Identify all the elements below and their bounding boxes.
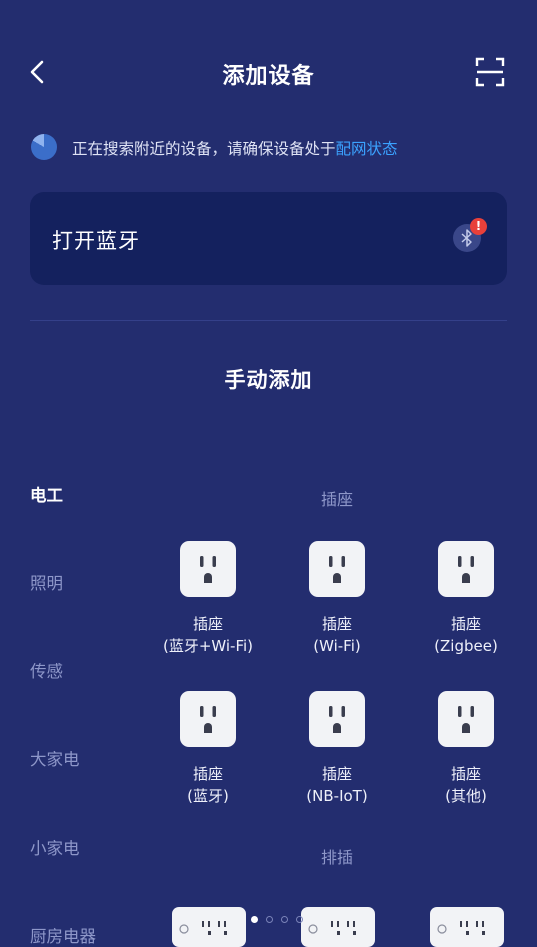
- section-title-socket: 插座: [320, 490, 353, 509]
- scan-button[interactable]: [474, 56, 506, 88]
- device-label: 插座 (蓝牙): [187, 765, 229, 805]
- socket-icon: [180, 691, 236, 747]
- power-strip-icon[interactable]: [172, 907, 246, 947]
- alert-badge-icon: !: [470, 218, 487, 235]
- nav-item-electrical[interactable]: 电工: [30, 482, 63, 506]
- socket-icon: [309, 691, 365, 747]
- page-title: 添加设备: [222, 64, 315, 89]
- pairing-mode-link[interactable]: 配网状态: [336, 140, 398, 158]
- nav-item-large-appliance[interactable]: 大家电: [30, 746, 80, 770]
- nav-item-kitchen-appliance[interactable]: 厨房电器: [30, 923, 96, 947]
- power-strip-icon[interactable]: [430, 907, 504, 947]
- page-dot: [281, 916, 288, 923]
- socket-icon: [309, 541, 365, 597]
- section-title-power-strip: 排插: [320, 848, 353, 867]
- device-label: 插座 (Zigbee): [434, 615, 498, 655]
- page-dot: [296, 916, 303, 923]
- scan-icon: [475, 57, 505, 87]
- search-status-text: 正在搜索附近的设备，请确保设备处于: [72, 140, 336, 158]
- enable-bluetooth-card[interactable]: 打开蓝牙 !: [30, 192, 507, 285]
- device-item[interactable]: 插座 (蓝牙): [153, 691, 263, 811]
- device-item[interactable]: 插座 (Wi-Fi): [282, 541, 392, 661]
- divider: [30, 320, 507, 321]
- pagination-dots: [251, 908, 311, 927]
- device-label: 插座 (蓝牙+Wi-Fi): [162, 615, 254, 655]
- device-label: 插座 (NB-IoT): [306, 765, 368, 805]
- search-spinner-icon: [31, 134, 57, 160]
- socket-icon: [438, 691, 494, 747]
- device-item[interactable]: 插座 (Zigbee): [411, 541, 521, 661]
- device-item[interactable]: 插座 (NB-IoT): [282, 691, 392, 811]
- device-label: 插座 (Wi-Fi): [313, 615, 361, 655]
- nav-item-small-appliance[interactable]: 小家电: [30, 835, 80, 859]
- enable-bluetooth-label: 打开蓝牙: [52, 229, 140, 253]
- page-dot: [251, 916, 258, 923]
- page-dot: [266, 916, 273, 923]
- socket-icon: [438, 541, 494, 597]
- socket-icon: [180, 541, 236, 597]
- device-item[interactable]: 插座 (蓝牙+Wi-Fi): [153, 541, 263, 661]
- search-status: 正在搜索附近的设备，请确保设备处于配网状态: [72, 137, 398, 159]
- nav-item-sensing[interactable]: 传感: [30, 658, 63, 682]
- nav-item-lighting[interactable]: 照明: [30, 570, 63, 594]
- power-strip-icon[interactable]: [301, 907, 375, 947]
- device-label: 插座 (其他): [445, 765, 487, 805]
- device-item[interactable]: 插座 (其他): [411, 691, 521, 811]
- manual-add-title: 手动添加: [224, 368, 313, 392]
